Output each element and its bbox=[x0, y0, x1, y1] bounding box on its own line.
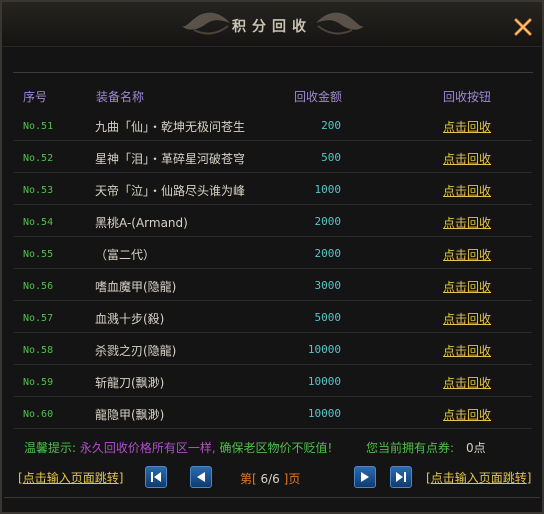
divider bbox=[13, 72, 533, 73]
row-number: No.59 bbox=[23, 377, 54, 388]
tip-suffix: 确保老区物价不贬值! bbox=[215, 441, 333, 455]
header-name: 装备名称 bbox=[96, 90, 145, 104]
recycle-amount: 500 bbox=[321, 151, 341, 164]
recycle-button[interactable]: 点击回收 bbox=[443, 118, 491, 135]
recycle-button[interactable]: 点击回收 bbox=[443, 182, 491, 199]
table-row: No.54 黑桃A-(Armand) 2000 点击回收 bbox=[14, 205, 532, 237]
title-bar: 积分回收 bbox=[2, 2, 542, 47]
row-number: No.54 bbox=[23, 217, 54, 228]
recycle-amount: 10000 bbox=[307, 375, 341, 388]
equipment-name: 血溅十步(殺) bbox=[95, 312, 165, 326]
table-row: No.57 血溅十步(殺) 5000 点击回收 bbox=[14, 301, 532, 333]
recycle-button[interactable]: 点击回收 bbox=[443, 374, 491, 391]
jump-left-label: 点击输入页面跳转 bbox=[22, 471, 119, 485]
next-page-button[interactable] bbox=[354, 466, 376, 488]
jump-page-right-button[interactable]: [点击输入页面跳转] bbox=[426, 469, 531, 486]
equipment-name: 九曲「仙」・乾坤无极问苍生 bbox=[95, 120, 246, 134]
page-indicator: 第[ 6/6 ]页 bbox=[240, 470, 300, 487]
table-row: No.60 龍隐甲(飘渺) 10000 点击回收 bbox=[14, 397, 532, 429]
row-divider bbox=[14, 428, 532, 429]
table-row: No.53 天帝「泣」・仙路尽头谁为峰 1000 点击回收 bbox=[14, 173, 532, 205]
last-page-icon bbox=[396, 472, 406, 482]
equipment-name: 龍隐甲(飘渺) bbox=[95, 408, 165, 422]
header-action: 回收按钮 bbox=[443, 90, 492, 104]
close-button[interactable] bbox=[512, 16, 534, 38]
points-value: 0点 bbox=[466, 441, 486, 455]
recycle-button[interactable]: 点击回收 bbox=[443, 246, 491, 263]
recycle-amount: 2000 bbox=[314, 247, 342, 260]
page-suffix: ]页 bbox=[283, 472, 301, 486]
row-number: No.51 bbox=[23, 121, 54, 132]
recycle-amount: 1000 bbox=[314, 183, 342, 196]
row-number: No.53 bbox=[23, 185, 54, 196]
last-page-button[interactable] bbox=[390, 466, 412, 488]
next-page-icon bbox=[361, 472, 369, 482]
row-number: No.55 bbox=[23, 249, 54, 260]
equipment-name: 嗜血魔甲(隐龍) bbox=[95, 280, 177, 294]
recycle-button[interactable]: 点击回收 bbox=[443, 278, 491, 295]
recycle-button[interactable]: 点击回收 bbox=[443, 214, 491, 231]
close-x-icon bbox=[514, 18, 532, 36]
recycle-amount: 5000 bbox=[314, 311, 342, 324]
points-label: 您当前拥有点券: bbox=[366, 441, 455, 455]
equipment-name: 杀戮之刃(隐龍) bbox=[95, 344, 177, 358]
tip-prefix: 温馨提示: bbox=[24, 441, 77, 455]
recycle-button[interactable]: 点击回收 bbox=[443, 150, 491, 167]
recycle-amount: 3000 bbox=[314, 279, 342, 292]
prev-page-icon bbox=[197, 472, 205, 482]
table-row: No.58 杀戮之刃(隐龍) 10000 点击回收 bbox=[14, 333, 532, 365]
row-number: No.56 bbox=[23, 281, 54, 292]
header-amount: 回收金额 bbox=[294, 90, 343, 104]
equipment-name: 星神「泪」・革碎星河破苍穹 bbox=[95, 152, 246, 166]
row-number: No.57 bbox=[23, 313, 54, 324]
table-row: No.55 （富二代） 2000 点击回收 bbox=[14, 237, 532, 269]
header-no: 序号 bbox=[23, 90, 48, 104]
table-row: No.56 嗜血魔甲(隐龍) 3000 点击回收 bbox=[14, 269, 532, 301]
table-row: No.59 斩龍刀(飘渺) 10000 点击回收 bbox=[14, 365, 532, 397]
prev-page-button[interactable] bbox=[190, 466, 212, 488]
equipment-name: 天帝「泣」・仙路尽头谁为峰 bbox=[95, 184, 246, 198]
tip-main: 永久回收价格所有区一样, bbox=[76, 441, 216, 455]
row-number: No.60 bbox=[23, 409, 54, 420]
table-row: No.52 星神「泪」・革碎星河破苍穹 500 点击回收 bbox=[14, 141, 532, 173]
recycle-button[interactable]: 点击回收 bbox=[443, 310, 491, 327]
table-row: No.51 九曲「仙」・乾坤无极问苍生 200 点击回收 bbox=[14, 109, 532, 141]
jump-right-label: 点击输入页面跳转 bbox=[430, 471, 527, 485]
recycle-amount: 2000 bbox=[314, 215, 342, 228]
divider bbox=[4, 497, 540, 498]
recycle-amount: 10000 bbox=[307, 343, 341, 356]
recycle-button[interactable]: 点击回收 bbox=[443, 342, 491, 359]
first-page-icon bbox=[151, 472, 161, 482]
row-number: No.52 bbox=[23, 153, 54, 164]
tip-text: 温馨提示: 永久回收价格所有区一样, 确保老区物价不贬值! bbox=[24, 439, 332, 456]
recycle-window: 积分回收 序号 装备名称 回收金额 回收按钮 No.51 九曲「仙」・乾坤无极问苍… bbox=[0, 0, 544, 514]
first-page-button[interactable] bbox=[145, 466, 167, 488]
page-prefix: 第[ bbox=[240, 472, 257, 486]
equipment-name: （富二代） bbox=[95, 248, 156, 262]
recycle-amount: 10000 bbox=[307, 407, 341, 420]
page-current: 6/6 bbox=[256, 472, 284, 486]
equipment-name: 黑桃A-(Armand) bbox=[95, 216, 188, 230]
window-title: 积分回收 bbox=[232, 19, 312, 35]
recycle-button[interactable]: 点击回收 bbox=[443, 406, 491, 423]
recycle-amount: 200 bbox=[321, 119, 341, 132]
jump-page-left-button[interactable]: [点击输入页面跳转] bbox=[18, 469, 123, 486]
equipment-name: 斩龍刀(飘渺) bbox=[95, 376, 165, 390]
row-number: No.58 bbox=[23, 345, 54, 356]
